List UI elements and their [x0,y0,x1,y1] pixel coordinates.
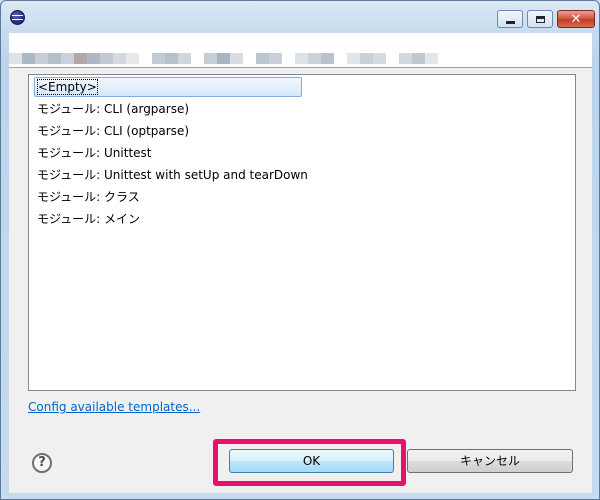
blurred-pixel [347,53,360,64]
template-list-item[interactable]: モジュール: CLI (optparse) [34,121,189,141]
blurred-pixel [334,53,347,64]
blurred-pixel [35,53,48,64]
close-icon: ✕ [570,11,582,27]
template-list-item[interactable]: モジュール: クラス [34,187,140,207]
close-button[interactable]: ✕ [557,10,595,28]
blurred-pixel [217,53,230,64]
blurred-pixel [74,53,87,64]
dialog-content: <Empty> モジュール: CLI (argparse) モジュール: CLI (… [9,33,592,493]
dialog-header [9,33,592,68]
blurred-message [9,53,438,64]
cancel-button[interactable]: キャンセル [407,449,573,473]
blurred-pixel [100,53,113,64]
template-list-item-label: モジュール: クラス [37,190,140,204]
title-bar[interactable]: ✕ [1,1,599,33]
template-list-item[interactable]: <Empty> [34,77,302,97]
blurred-pixel [139,53,152,64]
template-list-item[interactable]: モジュール: Unittest [34,143,152,163]
blurred-pixel [373,53,386,64]
template-list-item[interactable]: モジュール: Unittest with setUp and tearDown [34,165,308,185]
blurred-pixel [178,53,191,64]
blurred-pixel [22,53,35,64]
template-list-item-label: モジュール: CLI (optparse) [37,124,190,138]
blurred-pixel [191,53,204,64]
config-templates-link[interactable]: Config available templates... [28,400,200,414]
blurred-pixel [152,53,165,64]
help-icon[interactable]: ? [32,453,52,473]
blurred-pixel [386,53,399,64]
blurred-pixel [308,53,321,64]
blurred-pixel [425,53,438,64]
blurred-pixel [269,53,282,64]
ok-button[interactable]: OK [229,449,394,473]
maximize-button[interactable] [527,10,553,28]
blurred-pixel [61,53,74,64]
blurred-pixel [230,53,243,64]
blurred-pixel [256,53,269,64]
template-list-item[interactable]: モジュール: メイン [34,209,140,229]
template-list[interactable]: <Empty> モジュール: CLI (argparse) モジュール: CLI (… [28,74,576,391]
blurred-pixel [9,53,22,64]
blurred-pixel [399,53,412,64]
eclipse-app-icon [10,10,25,25]
maximize-icon [535,15,545,23]
blurred-pixel [48,53,61,64]
template-list-item-label: モジュール: CLI (argparse) [37,102,190,116]
blurred-pixel [113,53,126,64]
blurred-pixel [412,53,425,64]
dialog-window: ✕ <Empty> モジュール: CLI (argparse) モジュール: CLI… [0,0,600,500]
blurred-pixel [204,53,217,64]
template-list-item[interactable]: モジュール: CLI (argparse) [34,99,189,119]
template-list-item-label: <Empty> [37,79,98,95]
template-list-item-label: モジュール: メイン [37,212,141,226]
minimize-button[interactable] [497,10,523,28]
blurred-pixel [295,53,308,64]
blurred-pixel [126,53,139,64]
minimize-icon [505,20,515,24]
blurred-pixel [321,53,334,64]
template-list-item-label: モジュール: Unittest with setUp and tearDown [37,168,308,182]
blurred-pixel [282,53,295,64]
blurred-pixel [360,53,373,64]
blurred-pixel [243,53,256,64]
template-list-item-label: モジュール: Unittest [37,146,152,160]
blurred-pixel [87,53,100,64]
blurred-pixel [165,53,178,64]
